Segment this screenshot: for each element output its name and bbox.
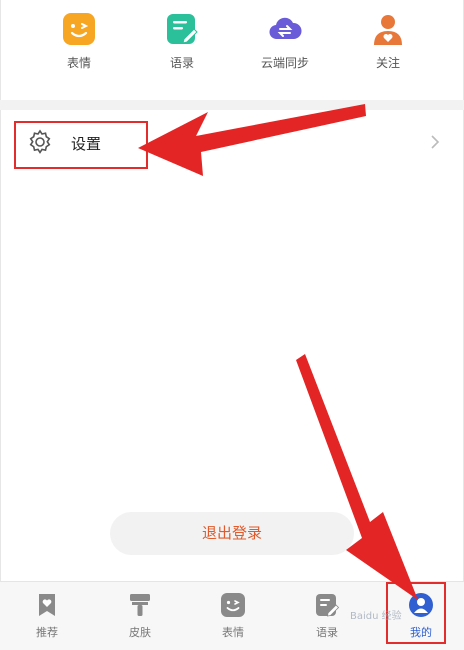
quick-emoji[interactable]: 表情 xyxy=(34,12,124,71)
quick-phrase[interactable]: 语录 xyxy=(137,12,227,71)
tab-recommend[interactable]: 推荐 xyxy=(12,592,82,640)
emoji-face-icon xyxy=(63,13,95,45)
quick-follow[interactable]: 关注 xyxy=(343,12,433,71)
watermark: Baidu 经验 xyxy=(350,611,402,622)
quick-cloud-sync-label: 云端同步 xyxy=(260,56,309,70)
chevron-right-icon xyxy=(431,135,440,149)
tab-skin[interactable]: 皮肤 xyxy=(105,592,175,640)
quick-access-row: 表情 语录 云端同步 关注 xyxy=(0,0,464,100)
tab-phrase-label: 语录 xyxy=(316,626,338,639)
section-divider xyxy=(0,100,464,110)
quick-cloud-sync[interactable]: 云端同步 xyxy=(240,12,330,71)
logout-button[interactable]: 退出登录 xyxy=(110,512,354,555)
tab-recommend-label: 推荐 xyxy=(36,626,58,639)
quote-note-icon xyxy=(167,14,198,44)
skin-brush-icon xyxy=(130,594,150,616)
cloud-sync-icon xyxy=(269,17,302,40)
recommend-bookmark-icon xyxy=(39,594,55,616)
quick-follow-label: 关注 xyxy=(375,56,400,70)
follow-user-icon xyxy=(374,15,402,45)
tab-emoji-label: 表情 xyxy=(222,626,244,639)
quick-emoji-label: 表情 xyxy=(66,56,91,70)
quick-phrase-label: 语录 xyxy=(169,56,194,70)
emoji-face-icon xyxy=(221,593,245,617)
quote-note-icon xyxy=(316,594,340,617)
tab-skin-label: 皮肤 xyxy=(129,626,151,639)
settings-highlight-box xyxy=(14,121,148,169)
tab-emoji[interactable]: 表情 xyxy=(198,592,268,640)
